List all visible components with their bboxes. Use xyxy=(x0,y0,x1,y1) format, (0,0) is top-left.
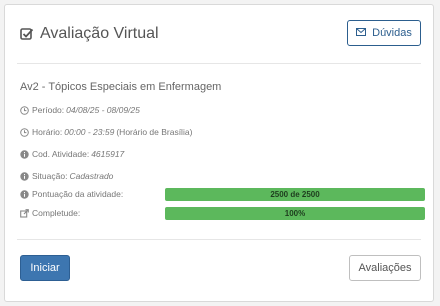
periodo-value: 04/08/25 - 08/09/25 xyxy=(66,105,140,115)
pontuacao-label: Pontuação da atividade: xyxy=(32,189,124,199)
situacao-label: Situação: xyxy=(32,171,68,181)
periodo-label: Período: xyxy=(32,105,65,115)
divider xyxy=(17,63,421,64)
clock-icon xyxy=(20,127,29,137)
page-title: Avaliação Virtual xyxy=(40,25,159,42)
external-link-icon xyxy=(20,208,29,218)
card-header: Avaliação Virtual Dúvidas xyxy=(5,5,433,63)
divider xyxy=(17,239,421,240)
completude-progress-bar: 100% xyxy=(165,207,425,220)
info-icon xyxy=(20,189,29,199)
card-title: Avaliação Virtual xyxy=(20,25,159,43)
periodo-row: Período: 04/08/25 - 08/09/25 xyxy=(20,105,140,115)
cod-row: Cod. Atividade: 4615917 xyxy=(20,149,124,159)
situacao-row: Situação: Cadastrado xyxy=(20,171,113,181)
situacao-value: Cadastrado xyxy=(69,171,114,181)
horario-suffix: (Horário de Brasília) xyxy=(116,127,193,137)
info-icon xyxy=(20,149,29,159)
pontuacao-progress-bar: 2500 de 2500 xyxy=(165,188,425,201)
cod-label: Cod. Atividade: xyxy=(32,149,90,159)
cod-value: 4615917 xyxy=(91,149,125,159)
checkbox-edit-icon xyxy=(20,27,34,41)
calendar-icon xyxy=(20,105,29,115)
iniciar-button[interactable]: Iniciar xyxy=(20,255,70,281)
pontuacao-row: Pontuação da atividade: xyxy=(20,189,123,199)
info-icon xyxy=(20,171,29,181)
duvidas-button[interactable]: Dúvidas xyxy=(347,20,421,46)
horario-row: Horário: 00:00 - 23:59 (Horário de Brasí… xyxy=(20,127,192,137)
course-name: Av2 - Tópicos Especiais em Enfermagem xyxy=(20,81,222,93)
completude-label: Completude: xyxy=(32,208,81,218)
envelope-icon xyxy=(356,27,367,39)
avaliacoes-button[interactable]: Avaliações xyxy=(349,255,421,281)
horario-label: Horário: xyxy=(32,127,63,137)
completude-row: Completude: xyxy=(20,208,80,218)
duvidas-label: Dúvidas xyxy=(372,27,412,39)
evaluation-card: Avaliação Virtual Dúvidas Av2 - Tópicos … xyxy=(4,4,434,302)
horario-value: 00:00 - 23:59 xyxy=(64,127,115,137)
